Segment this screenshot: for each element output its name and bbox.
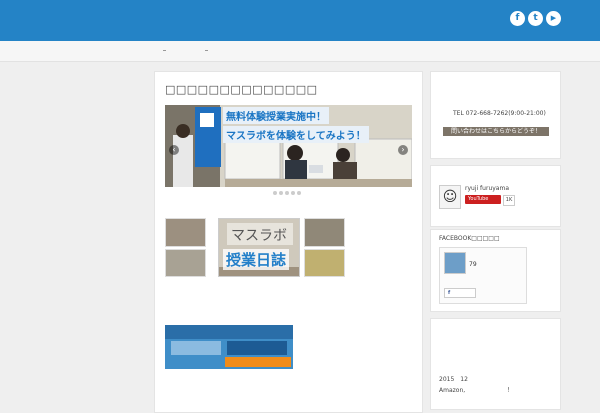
subscriber-count: 1K (503, 195, 515, 206)
banner-line-1: 無料体験授業実施中！ (223, 107, 329, 124)
banner-line-2: マスラボを体験をしてみよう！ (223, 126, 369, 143)
photo-thumb[interactable] (304, 249, 345, 277)
image-slider[interactable]: 無料体験授業実施中！ マスラボを体験をしてみよう！ ‹ › (165, 105, 412, 187)
facebook-widget-title: FACEBOOK□□□□□ (439, 235, 500, 242)
promo-banner[interactable] (165, 325, 293, 369)
svg-text:マスラボ: マスラボ (231, 228, 287, 244)
contact-widget: TEL 072-668-7262(9:00-21:00) 問い合わせはこちらから… (430, 71, 561, 159)
slider-dot[interactable] (273, 191, 277, 195)
main-content: □□□□□□□□□□□□□□ 無料体験授業実施中！ マスラボを体験をしてみよう！… (154, 71, 423, 413)
news-widget: 2015 12 Amazon, ！ (430, 318, 561, 410)
nav-item[interactable] (205, 50, 208, 51)
facebook-widget: FACEBOOK□□□□□ 79 f (430, 229, 561, 312)
class-diary-banner[interactable]: マスラボ 授業日誌 (218, 218, 300, 277)
channel-name[interactable]: ryuji furuyama (465, 185, 509, 192)
slider-dot[interactable] (285, 191, 289, 195)
slider-dot[interactable] (279, 191, 283, 195)
youtube-subscribe-button[interactable]: YouTube (465, 195, 501, 204)
promo-stripe (225, 357, 291, 367)
slider-dot[interactable] (297, 191, 301, 195)
photo-thumb[interactable] (304, 218, 345, 247)
facebook-page-thumb[interactable] (444, 252, 466, 274)
slider-pagination (273, 189, 303, 197)
page-title: □□□□□□□□□□□□□□ (165, 83, 318, 96)
facebook-like-count: 79 (469, 261, 477, 268)
slider-banner: 無料体験授業実施中！ マスラボを体験をしてみよう！ (223, 107, 383, 143)
news-link[interactable]: Amazon, ！ (439, 385, 513, 394)
facebook-like-button[interactable]: f (444, 288, 476, 298)
slider-prev-button[interactable]: ‹ (169, 145, 179, 155)
contact-button[interactable]: 問い合わせはこちらからどうぞ！ (443, 127, 549, 136)
tel-text: TEL 072-668-7262(9:00-21:00) (453, 110, 546, 117)
twitter-icon[interactable]: t (528, 11, 543, 26)
youtube-icon[interactable]: ▶ (546, 11, 561, 26)
slider-next-button[interactable]: › (398, 145, 408, 155)
photo-thumb[interactable] (165, 249, 206, 277)
class-diary-label: 授業日誌 (223, 249, 290, 270)
nav-item[interactable] (163, 50, 166, 51)
nav-bar (0, 41, 600, 62)
photo-grid: マスラボ 授業日誌 (165, 218, 345, 277)
avatar[interactable]: ☺ (439, 185, 461, 209)
news-date: 2015 12 (439, 376, 468, 383)
photo-thumb[interactable] (165, 218, 206, 247)
youtube-widget: ☺ ryuji furuyama YouTube 1K (430, 165, 561, 227)
facebook-icon[interactable]: f (510, 11, 525, 26)
site-header: f t ▶ (0, 0, 600, 41)
slider-dot[interactable] (291, 191, 295, 195)
facebook-page-box: 79 f (439, 247, 527, 304)
